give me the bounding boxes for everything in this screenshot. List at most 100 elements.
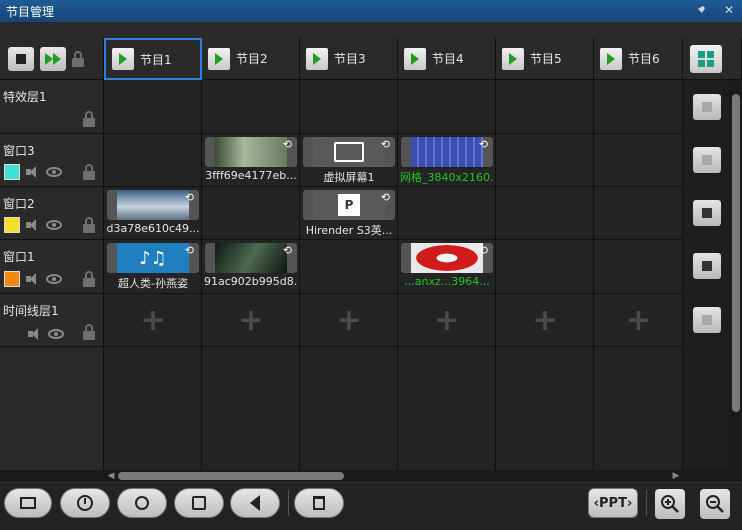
play-icon[interactable]	[404, 47, 426, 70]
clip-cell[interactable]: ⟲ 3fff69e4177eb...	[202, 134, 300, 187]
speaker-icon[interactable]	[26, 166, 40, 178]
eye-icon[interactable]	[46, 167, 62, 177]
grid-cell[interactable]	[594, 187, 683, 240]
clip-thumbnail[interactable]: P ⟲	[303, 190, 395, 220]
grid-cell[interactable]	[496, 134, 594, 187]
grid-cell[interactable]	[300, 80, 398, 134]
layer-stop-button[interactable]	[693, 94, 721, 120]
layer-color-swatch[interactable]	[4, 164, 20, 180]
zoom-out-button[interactable]	[700, 489, 730, 519]
clip-cell[interactable]: ⟲ 虚拟屏幕1	[300, 134, 398, 187]
clip-cell[interactable]: ⟲ 网格_3840x2160...	[398, 134, 496, 187]
layer-stop-button[interactable]	[693, 307, 721, 333]
program-tab-1[interactable]: 节目1	[104, 38, 202, 80]
clip-cell[interactable]: ⟲ d3a78e610c49...	[104, 187, 202, 240]
layer-color-swatch[interactable]	[4, 271, 20, 287]
speaker-icon[interactable]	[26, 273, 40, 285]
clip-thumbnail[interactable]: ⟲	[303, 137, 395, 167]
scroll-right-icon[interactable]: ▶	[671, 470, 681, 482]
grid-cell[interactable]	[300, 240, 398, 294]
eye-icon[interactable]	[46, 274, 62, 284]
clip-cell[interactable]: ⟲ ...anxz...3964...	[398, 240, 496, 294]
lock-icon[interactable]	[72, 50, 84, 67]
eye-icon[interactable]	[46, 220, 62, 230]
clip-cell[interactable]: P ⟲ Hirender S3英...	[300, 187, 398, 240]
lock-icon[interactable]	[83, 271, 95, 287]
close-icon[interactable]: ✕	[722, 3, 736, 17]
clip-thumbnail[interactable]: ⟲	[401, 243, 493, 273]
timeline-add-cell[interactable]: +	[594, 294, 683, 347]
layer-stop-button[interactable]	[693, 200, 721, 226]
layer-window-3[interactable]: 窗口3	[0, 134, 104, 187]
lock-icon[interactable]	[83, 217, 95, 233]
program-tab-3[interactable]: 节目3	[300, 38, 398, 80]
program-tab-2[interactable]: 节目2	[202, 38, 300, 80]
speaker-icon[interactable]	[28, 328, 42, 340]
program-tab-4[interactable]: 节目4	[398, 38, 496, 80]
vertical-scrollbar[interactable]	[730, 80, 742, 470]
clip-thumbnail[interactable]: ⟲	[205, 137, 297, 167]
play-icon[interactable]	[208, 47, 230, 70]
layer-timeline-1[interactable]: 时间线层1	[0, 294, 104, 347]
layer-name: 时间线层1	[3, 304, 59, 318]
grid-cell[interactable]	[398, 80, 496, 134]
clip-thumbnail[interactable]: ⟲	[205, 243, 297, 273]
frame-button[interactable]	[4, 488, 52, 518]
layer-window-1[interactable]: 窗口1	[0, 240, 104, 294]
grid-cell[interactable]	[594, 134, 683, 187]
grid-cell[interactable]	[594, 240, 683, 294]
add-media-button[interactable]	[174, 488, 224, 518]
clip-cell[interactable]: ♪♫ ⟲ 超人类-孙燕姿	[104, 240, 202, 294]
speaker-icon[interactable]	[26, 219, 40, 231]
program-tab-5[interactable]: 节目5	[496, 38, 594, 80]
play-icon[interactable]	[600, 47, 622, 70]
timeline-add-cell[interactable]: +	[202, 294, 300, 347]
lock-icon[interactable]	[83, 324, 95, 340]
grid-cell[interactable]	[202, 80, 300, 134]
clock-button[interactable]	[60, 488, 110, 518]
clip-cell[interactable]: ⟲ 91ac902b995d8...	[202, 240, 300, 294]
horizontal-scroll-thumb[interactable]	[118, 472, 344, 480]
scroll-left-icon[interactable]: ◀	[106, 470, 116, 482]
layer-empty-area	[0, 347, 104, 470]
layer-color-swatch[interactable]	[4, 217, 20, 233]
play-icon[interactable]	[112, 48, 134, 70]
grid-cell[interactable]	[202, 187, 300, 240]
horizontal-scrollbar[interactable]: ◀ ▶	[104, 470, 683, 482]
stop-all-button[interactable]	[8, 46, 34, 71]
program-tab-6[interactable]: 节目6	[594, 38, 683, 80]
grid-cell[interactable]	[594, 80, 683, 134]
zoom-out-icon	[706, 495, 724, 513]
eye-icon[interactable]	[48, 329, 64, 339]
delete-button[interactable]	[294, 488, 344, 518]
zoom-in-button[interactable]	[655, 489, 685, 519]
play-next-button[interactable]	[40, 46, 66, 71]
lock-icon[interactable]	[83, 111, 95, 127]
grid-cell[interactable]	[496, 80, 594, 134]
pin-icon[interactable]	[694, 3, 708, 17]
clip-thumbnail[interactable]: ⟲	[107, 190, 199, 220]
grid-cell[interactable]	[496, 187, 594, 240]
timeline-add-cell[interactable]: +	[398, 294, 496, 347]
layer-window-2[interactable]: 窗口2	[0, 187, 104, 240]
clip-thumbnail[interactable]: ♪♫ ⟲	[107, 243, 199, 273]
grid-cell[interactable]	[104, 80, 202, 134]
layer-effects-1[interactable]: 特效层1	[0, 80, 104, 134]
grid-cell[interactable]	[398, 187, 496, 240]
add-program-button[interactable]	[690, 45, 722, 73]
grid-cell[interactable]	[104, 134, 202, 187]
play-icon[interactable]	[306, 47, 328, 70]
grid-cell[interactable]	[496, 240, 594, 294]
timeline-add-cell[interactable]: +	[300, 294, 398, 347]
clip-thumbnail[interactable]: ⟲	[401, 137, 493, 167]
tag-button[interactable]	[230, 488, 280, 518]
layer-stop-button[interactable]	[693, 147, 721, 173]
timeline-add-cell[interactable]: +	[496, 294, 594, 347]
vertical-scroll-thumb[interactable]	[732, 94, 740, 412]
timeline-add-cell[interactable]: +	[104, 294, 202, 347]
layer-stop-button[interactable]	[693, 253, 721, 279]
play-icon[interactable]	[502, 47, 524, 70]
lock-icon[interactable]	[83, 164, 95, 180]
target-button[interactable]	[117, 488, 167, 518]
ppt-control-button[interactable]: ‹PPT›	[588, 488, 638, 518]
